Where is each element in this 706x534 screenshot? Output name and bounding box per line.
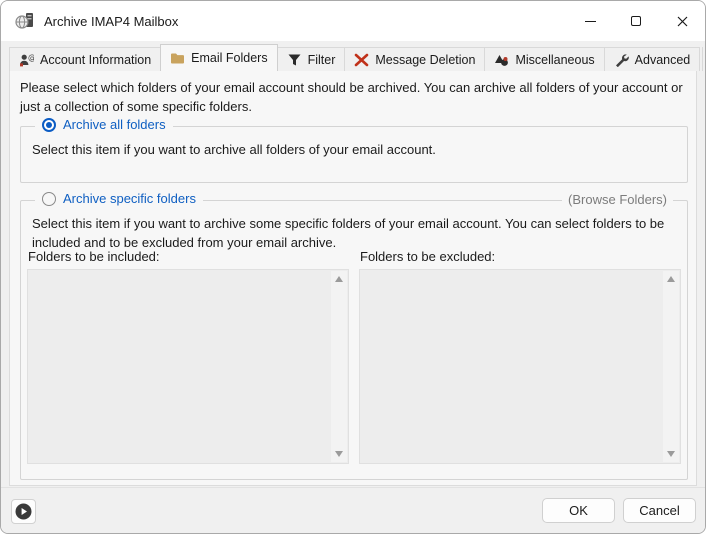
archive-specific-description: Select this item if you want to archive … bbox=[32, 215, 676, 253]
archive-imap4-mailbox-dialog: Archive IMAP4 Mailbox @ Account Informat… bbox=[0, 0, 706, 534]
cancel-button[interactable]: Cancel bbox=[623, 498, 696, 523]
included-list-scrollbar[interactable] bbox=[331, 271, 347, 462]
tab-miscellaneous[interactable]: Miscellaneous bbox=[484, 47, 604, 71]
tab-label: Advanced bbox=[635, 53, 691, 67]
scroll-up-icon[interactable] bbox=[331, 271, 347, 287]
close-icon[interactable] bbox=[659, 1, 705, 41]
folders-excluded-listbox[interactable] bbox=[359, 269, 681, 464]
window-controls bbox=[567, 1, 705, 41]
svg-text:@: @ bbox=[28, 53, 34, 62]
folders-included-listbox[interactable] bbox=[27, 269, 349, 464]
archive-specific-folders-option[interactable]: Archive specific folders bbox=[35, 191, 203, 206]
tab-email-folders[interactable]: Email Folders bbox=[160, 44, 277, 71]
help-video-button[interactable] bbox=[11, 499, 36, 524]
maximize-icon[interactable] bbox=[613, 1, 659, 41]
tab-message-deletion[interactable]: Message Deletion bbox=[344, 47, 485, 71]
tab-label: Filter bbox=[308, 53, 336, 67]
browse-folders-link[interactable]: (Browse Folders) bbox=[562, 192, 673, 207]
folders-excluded-label: Folders to be excluded: bbox=[360, 249, 495, 264]
tab-account-information[interactable]: @ Account Information bbox=[9, 47, 161, 71]
miscellaneous-icon bbox=[494, 53, 509, 67]
minimize-icon[interactable] bbox=[567, 1, 613, 41]
email-folders-icon bbox=[170, 51, 185, 65]
title-bar: Archive IMAP4 Mailbox bbox=[1, 1, 705, 41]
excluded-list-scrollbar[interactable] bbox=[663, 271, 679, 462]
archive-all-folders-label[interactable]: Archive all folders bbox=[63, 117, 166, 132]
dialog-footer: OK Cancel bbox=[1, 487, 705, 533]
scroll-up-icon[interactable] bbox=[663, 271, 679, 287]
tab-label: Email Folders bbox=[191, 51, 267, 65]
archive-all-folders-option[interactable]: Archive all folders bbox=[35, 117, 173, 132]
radio-selected-icon[interactable] bbox=[42, 118, 56, 132]
tab-label: Account Information bbox=[40, 53, 151, 67]
ok-button[interactable]: OK bbox=[542, 498, 615, 523]
tab-filter[interactable]: Filter bbox=[277, 47, 346, 71]
tab-label: Message Deletion bbox=[375, 53, 475, 67]
window-title: Archive IMAP4 Mailbox bbox=[44, 14, 178, 29]
account-icon: @ bbox=[19, 53, 34, 67]
tab-overflow-partial bbox=[702, 47, 703, 71]
play-icon bbox=[15, 503, 32, 520]
archive-specific-folders-group: Archive specific folders (Browse Folders… bbox=[20, 200, 688, 480]
archive-mailbox-icon bbox=[15, 12, 35, 30]
tab-label: Miscellaneous bbox=[515, 53, 594, 67]
message-deletion-icon bbox=[354, 53, 369, 67]
scroll-down-icon[interactable] bbox=[663, 446, 679, 462]
filter-icon bbox=[287, 53, 302, 67]
archive-all-description: Select this item if you want to archive … bbox=[32, 141, 676, 160]
scroll-down-icon[interactable] bbox=[331, 446, 347, 462]
advanced-icon bbox=[614, 53, 629, 67]
page-intro-text: Please select which folders of your emai… bbox=[20, 79, 686, 117]
radio-unselected-icon[interactable] bbox=[42, 192, 56, 206]
tab-strip: @ Account Information Email Folders Filt… bbox=[9, 44, 697, 71]
folders-included-label: Folders to be included: bbox=[28, 249, 160, 264]
email-folders-tab-page: Please select which folders of your emai… bbox=[9, 70, 697, 486]
archive-all-folders-group: Archive all folders Select this item if … bbox=[20, 126, 688, 183]
tab-advanced[interactable]: Advanced bbox=[604, 47, 701, 71]
archive-specific-folders-label[interactable]: Archive specific folders bbox=[63, 191, 196, 206]
